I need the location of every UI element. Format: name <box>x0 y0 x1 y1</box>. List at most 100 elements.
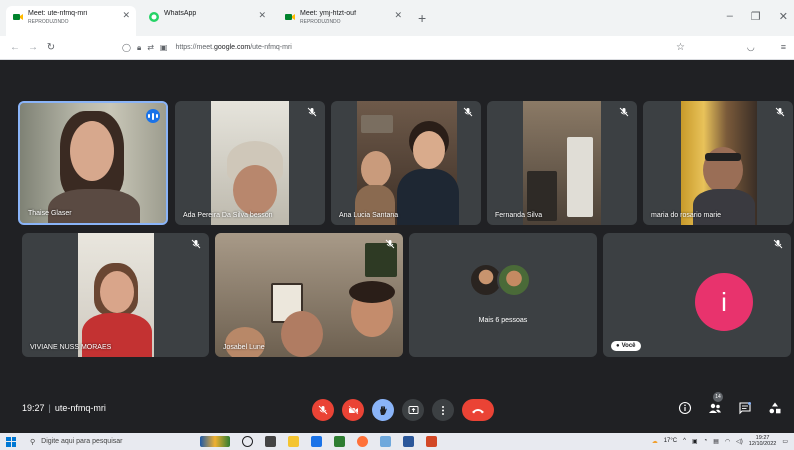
participant-tile[interactable]: Thaise Glaser <box>18 101 168 225</box>
bookmark-star-icon[interactable]: ☆ <box>676 42 685 53</box>
browser-tab-bar: Meet: ute-nfmq-mri REPRODUZINDO ✕ WhatsAp… <box>0 0 794 36</box>
mail-icon[interactable] <box>311 436 322 447</box>
cortana-icon[interactable] <box>242 436 253 447</box>
participant-face <box>70 121 114 181</box>
permissions-icon[interactable]: ⇄ <box>147 43 154 53</box>
close-icon[interactable]: ✕ <box>258 10 266 20</box>
windows-start-icon[interactable] <box>6 436 16 447</box>
participant-name: Thaise Glaser <box>28 210 72 217</box>
participant-face-3 <box>225 327 265 357</box>
mic-off-icon <box>619 107 629 117</box>
people-icon <box>709 403 721 413</box>
wifi-icon[interactable]: ◠ <box>725 438 730 445</box>
hand-icon <box>380 405 387 415</box>
windows-taskbar: ⚲ Digite aqui para pesquisar ☁ 17°C ^ ▣ … <box>0 433 794 450</box>
chevron-up-icon[interactable]: ^ <box>683 438 686 444</box>
url-prefix: https://meet. <box>175 44 215 51</box>
background-fridge <box>567 137 593 217</box>
close-icon[interactable]: ✕ <box>394 10 402 20</box>
participant-tile[interactable]: Ada Pereira Da Silva besson <box>175 101 325 225</box>
camera-permission-icon[interactable]: ▣ <box>160 43 168 53</box>
powerpoint-icon[interactable] <box>426 436 437 447</box>
participant-face <box>233 165 277 215</box>
store-icon[interactable] <box>334 436 345 447</box>
url-input[interactable]: https://meet.google.com/ute-nfmq-mri <box>175 44 291 51</box>
screen: Meet: ute-nfmq-mri REPRODUZINDO ✕ WhatsAp… <box>0 0 794 450</box>
search-icon: ⚲ <box>30 438 36 446</box>
network-icon[interactable]: ◔ <box>704 438 708 444</box>
taskbar-search[interactable]: ⚲ Digite aqui para pesquisar <box>30 438 170 446</box>
lock-icon[interactable]: 🔒︎ <box>137 43 141 53</box>
participant-tile[interactable]: maria do rosario marie <box>643 101 793 225</box>
toggle-camera-button[interactable] <box>342 399 364 421</box>
tab-subtitle: REPRODUZINDO <box>28 19 69 25</box>
more-options-button[interactable] <box>432 399 454 421</box>
speaker-icon[interactable]: ◁) <box>736 438 743 445</box>
participant-count-badge: 14 <box>713 392 723 402</box>
task-view-icon[interactable] <box>265 436 276 447</box>
present-icon <box>408 406 418 414</box>
self-tile[interactable]: i ● Você <box>603 233 791 357</box>
close-window-icon[interactable]: ✕ <box>779 10 788 23</box>
back-arrow-icon[interactable]: ← <box>6 42 24 53</box>
people-button[interactable]: 14 <box>708 392 723 415</box>
meeting-info: 19:27 | ute-nfmq-mri <box>22 403 106 413</box>
participant-glasses <box>705 153 741 161</box>
clock-date: 12/10/2022 <box>748 441 777 447</box>
notifications-icon[interactable]: ▭ <box>782 438 788 445</box>
word-icon[interactable] <box>403 436 414 447</box>
shelf-books <box>361 115 393 133</box>
more-people-tile[interactable]: Mais 6 pessoas <box>409 233 597 357</box>
raise-hand-button[interactable] <box>372 399 394 421</box>
new-tab-button[interactable]: + <box>418 10 426 26</box>
weather-icon[interactable]: ☁ <box>652 438 658 445</box>
info-icon <box>678 401 692 415</box>
address-bar: ← → ↻ ◯ 🔒︎ ⇄ ▣ https://meet.google.com/u… <box>0 36 794 60</box>
close-icon[interactable]: ✕ <box>122 10 130 20</box>
toggle-mic-button[interactable] <box>312 399 334 421</box>
meeting-code: ute-nfmq-mri <box>54 403 106 413</box>
meeting-details-button[interactable] <box>678 401 692 415</box>
more-people-label: Mais 6 pessoas <box>478 317 528 324</box>
menu-icon[interactable]: ≡ <box>781 42 786 53</box>
tab-title: WhatsApp <box>164 10 197 17</box>
file-explorer-icon[interactable] <box>288 436 299 447</box>
you-label: Você <box>621 343 636 349</box>
reload-icon[interactable]: ↻ <box>42 42 60 53</box>
speaking-indicator-icon <box>146 109 160 123</box>
tab-whatsapp[interactable]: WhatsApp ✕ <box>142 6 272 36</box>
activities-icon <box>769 402 781 414</box>
call-controls <box>312 399 494 421</box>
participant-tile[interactable]: Fernanda Silva <box>487 101 637 225</box>
participant-name: Ana Lucia Santana <box>339 212 399 219</box>
self-avatar: i <box>695 273 753 331</box>
widget-icon[interactable] <box>200 436 230 447</box>
keyboard-icon[interactable]: ▤ <box>713 438 719 445</box>
maximize-icon[interactable]: ❐ <box>751 10 761 23</box>
activities-button[interactable] <box>768 401 782 415</box>
participant-tile[interactable]: Josabel Lune <box>215 233 403 357</box>
participant-name: Fernanda Silva <box>495 212 543 219</box>
forward-arrow-icon[interactable]: → <box>24 42 42 53</box>
participant-tile[interactable]: Ana Lucia Santana <box>331 101 481 225</box>
system-tray: ☁ 17°C ^ ▣ ◔ ▤ ◠ ◁) 19:27 12/10/2022 ▭ <box>652 435 788 447</box>
system-clock[interactable]: 19:27 12/10/2022 <box>749 435 777 447</box>
firefox-icon[interactable] <box>357 436 368 447</box>
paint-icon[interactable] <box>380 436 391 447</box>
tab-meet-ymj[interactable]: Meet: ymj-htzt-ouf REPRODUZINDO ✕ <box>278 6 408 36</box>
participant-tile[interactable]: VIVIANE NUSS MORAES <box>22 233 209 357</box>
minimize-icon[interactable]: – <box>727 10 733 23</box>
shield-icon[interactable]: ◯ <box>122 43 131 53</box>
mic-off-icon <box>307 107 317 117</box>
chat-button[interactable] <box>738 401 752 415</box>
mic-off-icon <box>385 239 395 249</box>
participant-name: maria do rosario marie <box>651 212 722 219</box>
tray-app-icon[interactable]: ▣ <box>692 438 698 445</box>
present-screen-button[interactable] <box>402 399 424 421</box>
leave-call-button[interactable] <box>462 399 494 421</box>
tab-meet-ute[interactable]: Meet: ute-nfmq-mri REPRODUZINDO ✕ <box>6 6 136 36</box>
pocket-icon[interactable]: ◡ <box>747 42 755 53</box>
participant-body-2 <box>355 185 395 225</box>
participant-face <box>100 271 134 313</box>
meet-stage: Thaise Glaser Ada Pereira Da Silva besso… <box>0 61 794 433</box>
